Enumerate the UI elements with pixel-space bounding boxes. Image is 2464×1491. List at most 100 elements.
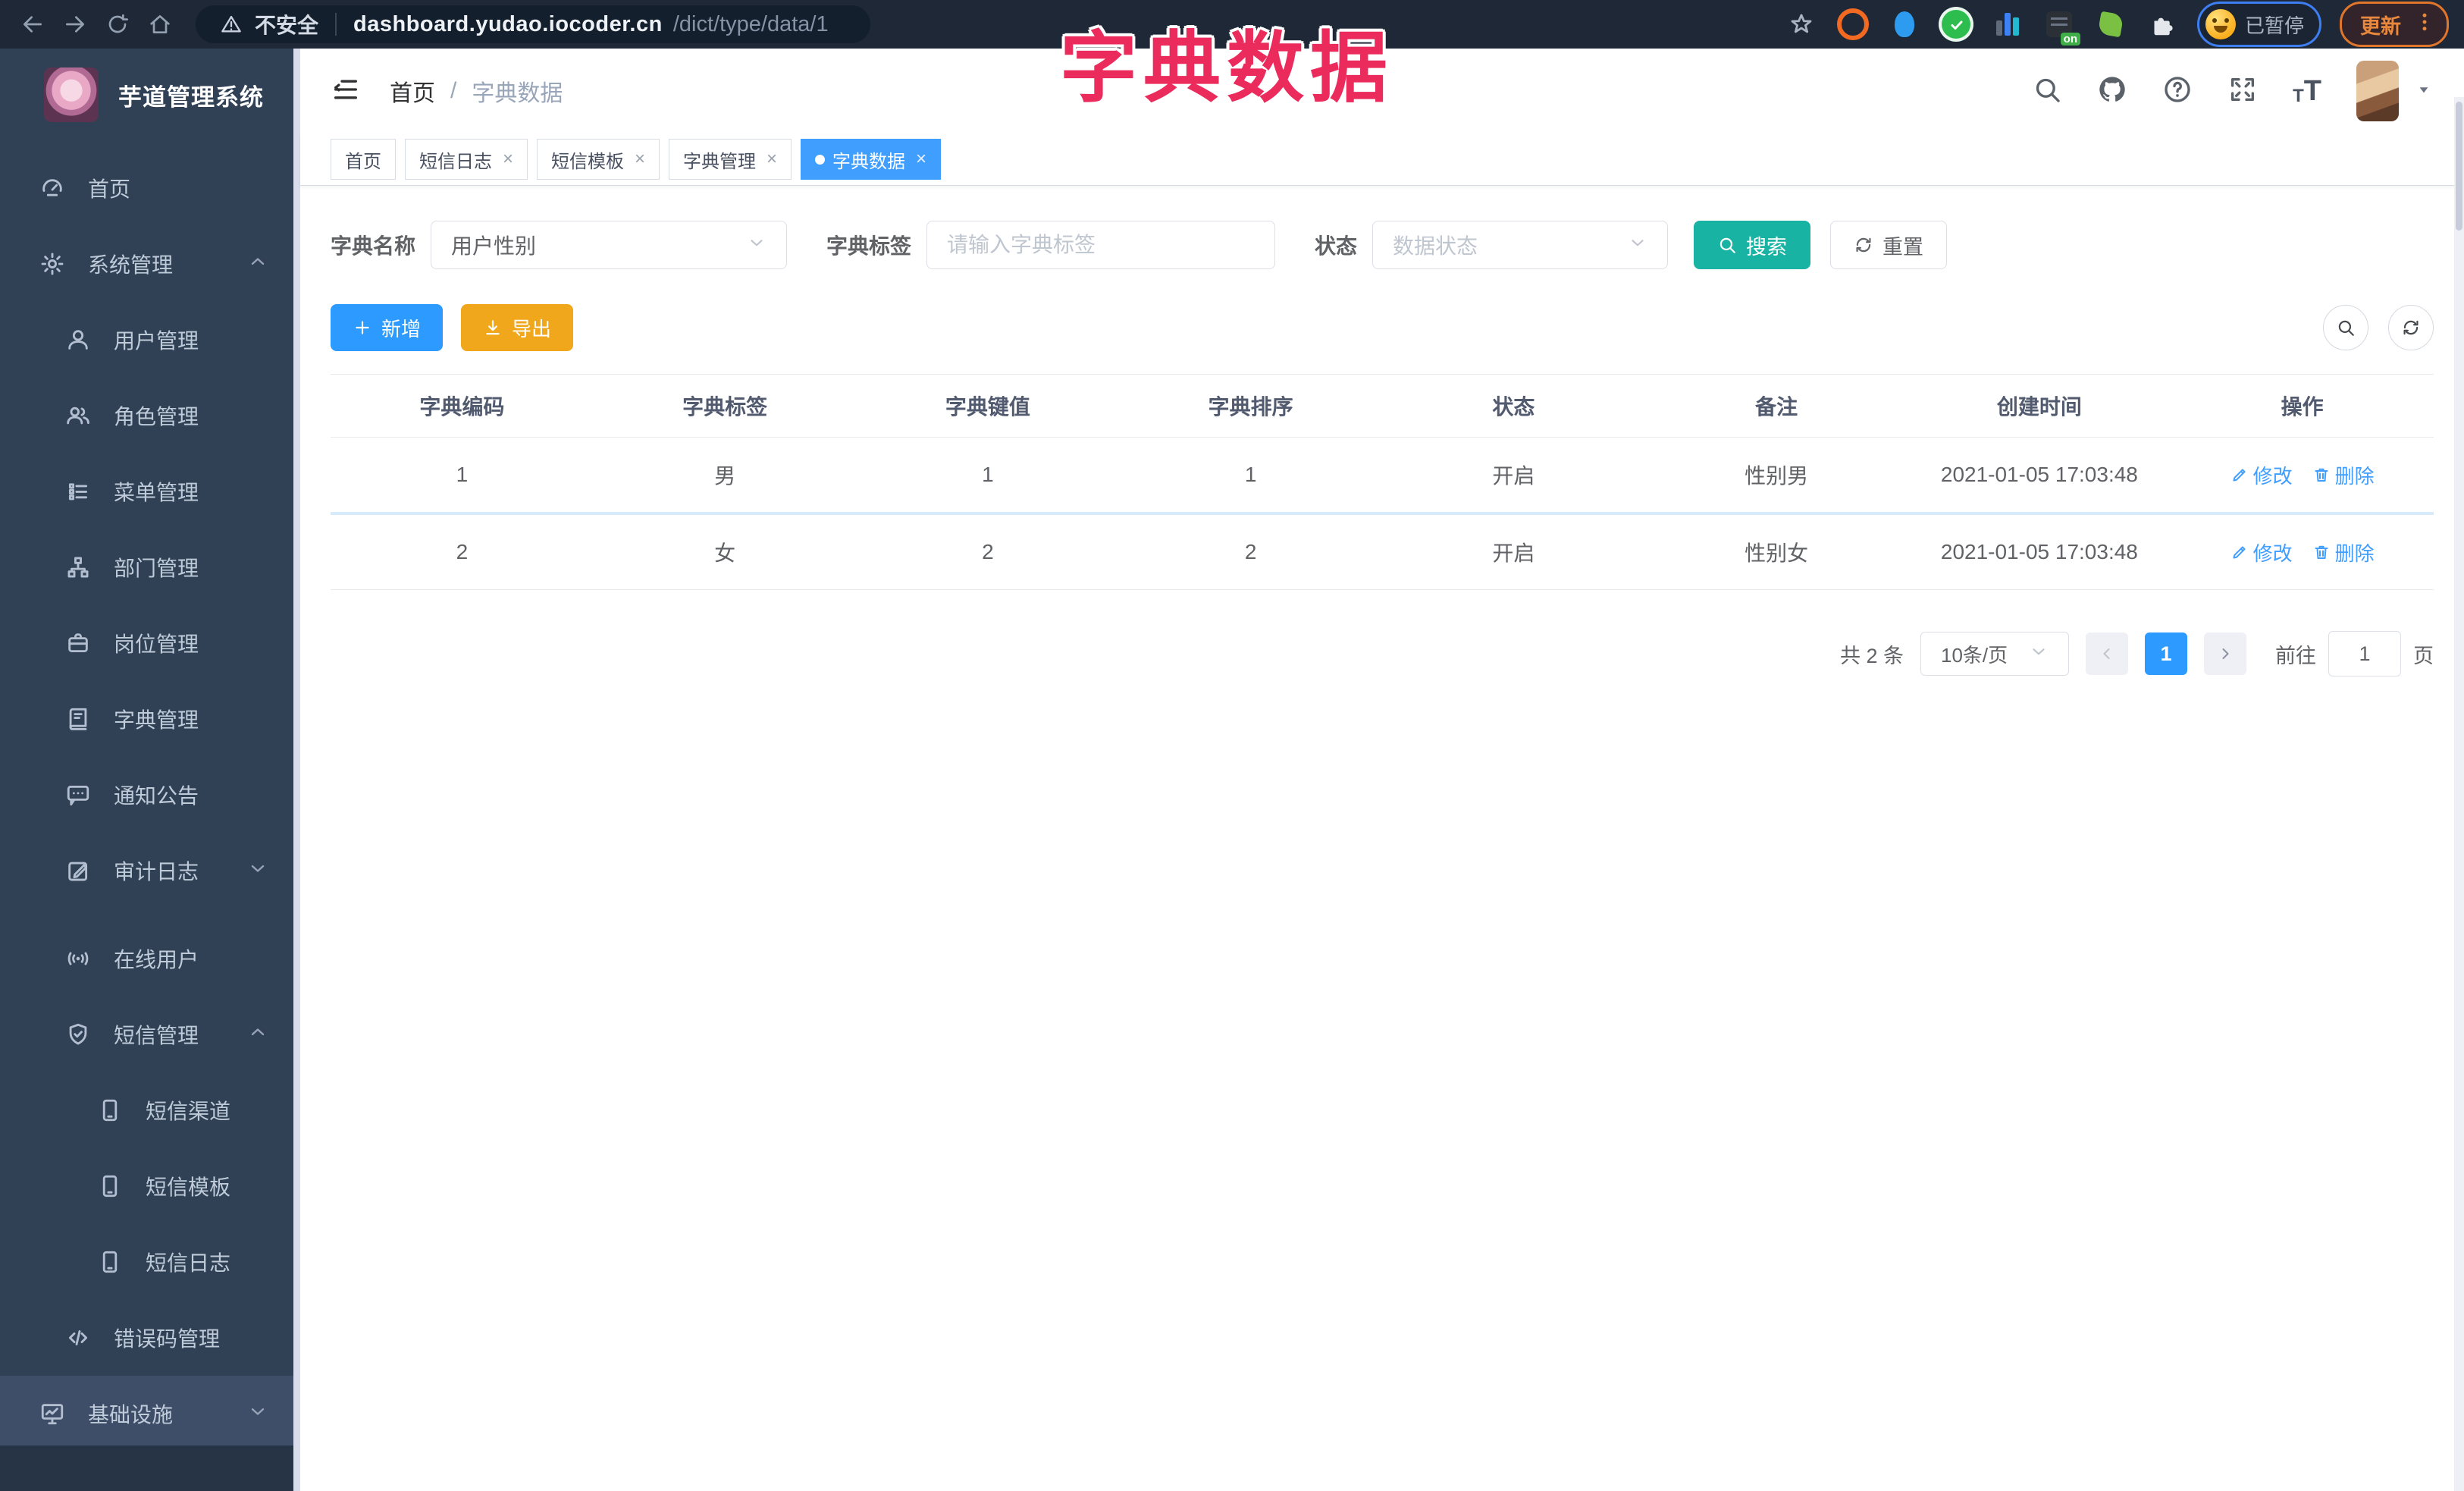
- delete-link[interactable]: 删除: [2312, 538, 2375, 567]
- sidebar-item-dept-management[interactable]: 部门管理: [0, 529, 300, 605]
- current-page-button[interactable]: 1: [2145, 632, 2187, 675]
- sidebar-item-dict-management[interactable]: 字典管理: [0, 681, 300, 757]
- sidebar-item-online-users[interactable]: 在线用户: [0, 921, 300, 997]
- tags-view-bar: 首页 短信日志 × 短信模板 × 字典管理 × 字典数据 ×: [300, 133, 2464, 186]
- tab-sms-template[interactable]: 短信模板 ×: [537, 139, 660, 180]
- extension-blue-bulb-icon[interactable]: [1888, 8, 1921, 41]
- phone-icon: [97, 1097, 123, 1123]
- breadcrumb-home[interactable]: 首页: [390, 74, 435, 108]
- sidebar-item-post-management[interactable]: 岗位管理: [0, 605, 300, 681]
- browser-update-button[interactable]: 更新: [2340, 2, 2449, 47]
- sidebar-item-label: 短信日志: [146, 1251, 231, 1275]
- main-area: 首页 / 字典数据 TT 首页 短信日志 × 短信模板 × 字典管理 × 字典数…: [300, 49, 2464, 1491]
- extension-sprout-icon[interactable]: [2094, 8, 2127, 41]
- extension-orange-ring-icon[interactable]: [1836, 8, 1870, 41]
- sidebar-collapse-icon[interactable]: [331, 74, 361, 108]
- add-button-label: 新增: [381, 317, 422, 341]
- close-icon[interactable]: ×: [916, 149, 926, 170]
- sidebar-item-sms-template[interactable]: 短信模板: [0, 1148, 300, 1224]
- search-icon[interactable]: [2032, 74, 2062, 108]
- close-icon[interactable]: ×: [635, 149, 645, 170]
- browser-reload-icon[interactable]: [100, 7, 135, 42]
- browser-extensions-area: on 已暂停 更新: [1785, 2, 2449, 47]
- address-bar[interactable]: 不安全 dashboard.yudao.iocoder.cn/dict/type…: [196, 5, 870, 43]
- cell-sort: 1: [1244, 463, 1257, 486]
- dict-name-select[interactable]: 用户性别: [431, 221, 788, 269]
- sidebar-item-sms-management[interactable]: 短信管理: [0, 997, 300, 1072]
- next-page-button[interactable]: [2204, 632, 2246, 675]
- chevron-down-icon: [247, 858, 268, 884]
- sidebar-item-role-management[interactable]: 角色管理: [0, 378, 300, 454]
- tab-dict-data[interactable]: 字典数据 ×: [801, 139, 942, 180]
- tab-sms-log[interactable]: 短信日志 ×: [405, 139, 528, 180]
- dict-label-input[interactable]: [926, 221, 1276, 269]
- font-size-icon[interactable]: TT: [2293, 77, 2321, 105]
- reset-button[interactable]: 重置: [1830, 221, 1948, 269]
- goto-page-input[interactable]: [2328, 631, 2401, 676]
- scrollbar-thumb[interactable]: [2456, 102, 2462, 231]
- browser-home-icon[interactable]: [143, 7, 177, 42]
- close-icon[interactable]: ×: [766, 149, 777, 170]
- extension-green-check-icon[interactable]: [1939, 8, 1973, 41]
- edit-link[interactable]: 修改: [2230, 538, 2293, 567]
- cell-remark: 性别女: [1745, 541, 1809, 565]
- sidebar-item-user-management[interactable]: 用户管理: [0, 302, 300, 378]
- search-button[interactable]: 搜索: [1694, 221, 1811, 269]
- edit-icon: [65, 858, 91, 884]
- toggle-search-icon[interactable]: [2323, 305, 2368, 350]
- status-select[interactable]: 数据状态: [1372, 221, 1669, 269]
- window-scrollbar[interactable]: [2454, 97, 2464, 1491]
- close-icon[interactable]: ×: [503, 149, 513, 170]
- sidebar-logo[interactable]: 芋道管理系统: [0, 49, 300, 141]
- sidebar-item-sms-log[interactable]: 短信日志: [0, 1224, 300, 1300]
- user-avatar[interactable]: [2356, 61, 2399, 121]
- sidebar-item-notice[interactable]: 通知公告: [0, 757, 300, 833]
- cell-value: 1: [982, 463, 994, 486]
- table-header-row: 字典编码 字典标签 字典键值 字典排序 状态 备注 创建时间 操作: [331, 375, 2434, 438]
- sidebar-item-audit-log[interactable]: 审计日志: [0, 833, 300, 909]
- cell-code: 1: [456, 463, 469, 486]
- sidebar-menu: 首页 系统管理 用户管理 角色管理 菜单管理 部门管理 岗位管理 字典管理 通知…: [0, 141, 300, 1452]
- sidebar-item-sms-channel[interactable]: 短信渠道: [0, 1072, 300, 1148]
- cell-created: 2021-01-05 17:03:48: [1940, 463, 2138, 486]
- github-icon[interactable]: [2097, 74, 2127, 108]
- export-button[interactable]: 导出: [461, 304, 574, 351]
- refresh-icon[interactable]: [2388, 305, 2434, 350]
- goto-label: 前往: [2275, 644, 2316, 667]
- caret-down-icon[interactable]: [2414, 80, 2434, 103]
- sidebar-item-label: 角色管理: [114, 405, 199, 428]
- sidebar-item-infrastructure[interactable]: 基础设施: [0, 1376, 300, 1452]
- sidebar-item-menu-management[interactable]: 菜单管理: [0, 454, 300, 529]
- edit-link[interactable]: 修改: [2230, 461, 2293, 489]
- browser-menu-dots-icon[interactable]: [2413, 11, 2436, 39]
- extensions-puzzle-icon[interactable]: [2146, 8, 2179, 41]
- fullscreen-icon[interactable]: [2227, 74, 2258, 108]
- message-icon: [65, 782, 91, 808]
- extension-bars-icon[interactable]: [1991, 8, 2024, 41]
- browser-back-icon[interactable]: [15, 7, 50, 42]
- chevron-up-icon: [247, 1022, 268, 1048]
- tab-home[interactable]: 首页: [331, 139, 396, 180]
- delete-link[interactable]: 删除: [2312, 461, 2375, 489]
- add-button[interactable]: 新增: [331, 304, 444, 351]
- sidebar-scrollbar[interactable]: [293, 49, 300, 1491]
- sidebar-item-system-management[interactable]: 系统管理: [0, 226, 300, 302]
- help-icon[interactable]: [2162, 74, 2193, 108]
- prev-page-button[interactable]: [2086, 632, 2128, 675]
- browser-forward-icon[interactable]: [58, 7, 92, 42]
- sidebar-item-label: 短信渠道: [146, 1100, 231, 1123]
- cell-label: 男: [714, 464, 736, 488]
- tab-dict-management[interactable]: 字典管理 ×: [669, 139, 792, 180]
- active-tab-dot: [815, 154, 826, 165]
- bookmark-star-icon[interactable]: [1785, 8, 1818, 41]
- extension-on-icon[interactable]: on: [2042, 8, 2080, 46]
- pagination-total: 共 2 条: [1839, 644, 1904, 667]
- table-toolbar: 新增 导出: [331, 304, 2434, 351]
- sidebar-item-error-code[interactable]: 错误码管理: [0, 1300, 300, 1376]
- sidebar-item-home[interactable]: 首页: [0, 150, 300, 226]
- update-label: 更新: [2360, 14, 2401, 38]
- page-size-select[interactable]: 10条/页: [1920, 632, 2069, 676]
- url-path: /dict/type/data/1: [672, 11, 829, 36]
- profile-paused-chip[interactable]: 已暂停: [2196, 2, 2321, 47]
- export-button-label: 导出: [512, 317, 552, 341]
